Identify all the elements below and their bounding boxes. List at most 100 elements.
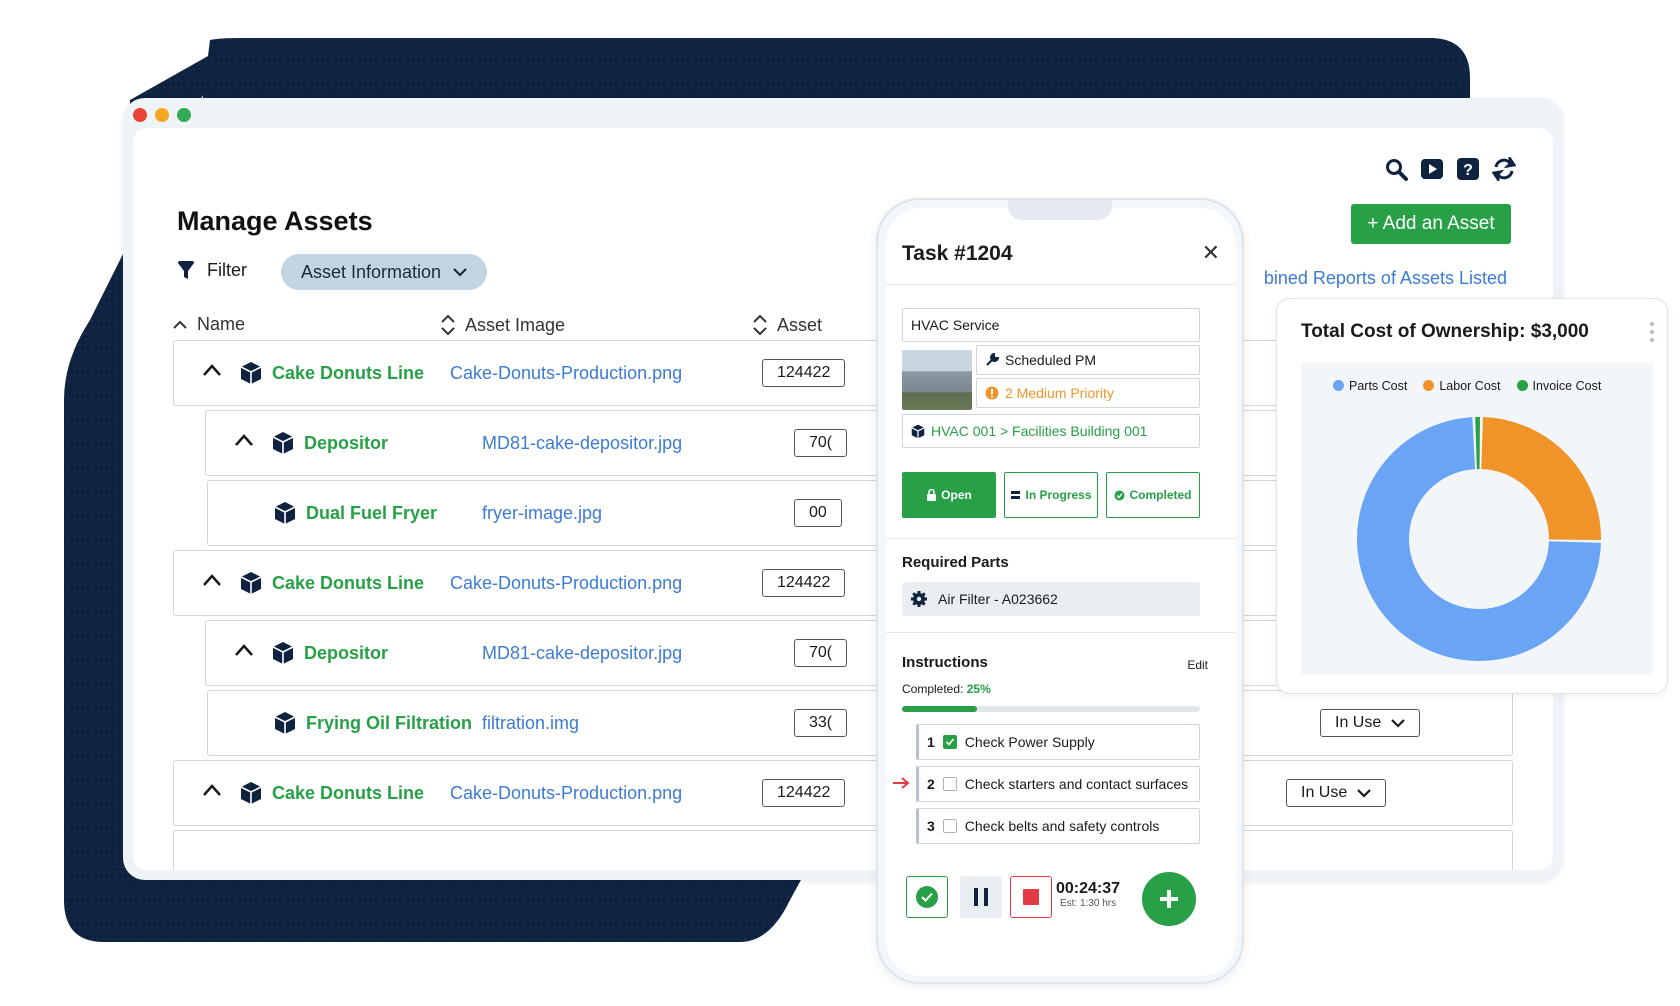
more-options-icon[interactable] [1649,321,1655,348]
priority-field[interactable]: 2 Medium Priority [976,378,1200,408]
column-header-asset[interactable]: Asset [753,314,822,336]
service-field[interactable]: HVAC Service [902,308,1200,342]
video-icon[interactable] [1419,156,1445,182]
close-dot[interactable] [133,108,147,122]
asset-image-link[interactable]: Cake-Donuts-Production.png [450,573,682,594]
wrench-icon [986,353,999,366]
step-label: Check Power Supply [964,734,1095,750]
asset-name[interactable]: Frying Oil Filtration [306,713,472,734]
completion-text: Completed: 25% [902,682,991,696]
column-header-name[interactable]: Name [173,314,245,335]
stop-icon [1023,889,1039,905]
step-number: 2 [927,776,935,792]
pause-button[interactable] [960,876,1002,918]
status-open-button[interactable]: Open [902,472,996,518]
step-checkbox[interactable] [942,819,957,833]
status-completed-button[interactable]: Completed [1106,472,1200,518]
table-row[interactable] [173,830,1513,870]
timer-estimate: Est: 1:30 hrs [1059,898,1117,909]
legend-label: Parts Cost [1349,379,1408,393]
asset-id: 124422 [762,569,846,597]
asset-name[interactable]: Dual Fuel Fryer [306,503,437,524]
donut-slice-labor-cost[interactable] [1481,417,1601,540]
asset-name[interactable]: Depositor [304,433,388,454]
step-checkbox[interactable] [942,777,957,791]
stage: Manage Assets ? + Add an Asset bined Rep… [0,0,1680,1006]
edit-link[interactable]: Edit [1187,658,1208,672]
collapse-icon[interactable] [234,643,254,657]
asset-image-link[interactable]: MD81-cake-depositor.jpg [482,433,682,454]
table-row[interactable]: Frying Oil Filtration filtration.img 33(… [207,690,1513,756]
search-icon[interactable] [1383,156,1409,182]
legend-item: Labor Cost [1423,379,1501,393]
instruction-step[interactable]: 2 Check starters and contact surfaces [916,766,1200,802]
check-circle-icon [1114,490,1125,500]
priority-value: 2 Medium Priority [1005,385,1114,401]
task-timer: 00:24:37 Est: 1:30 hrs [1056,880,1120,909]
step-number: 1 [927,734,935,750]
lock-icon [927,489,937,501]
donut-chart [1357,417,1601,661]
donut-slice-invoice-cost[interactable] [1475,417,1480,470]
asset-image-link[interactable]: MD81-cake-depositor.jpg [482,643,682,664]
column-label: Name [197,314,246,334]
status-dropdown[interactable]: In Use [1286,779,1387,807]
task-type-field[interactable]: Scheduled PM [976,345,1200,375]
collapse-icon[interactable] [234,433,254,447]
step-label: Check belts and safety controls [964,818,1160,834]
add-button[interactable] [1142,872,1196,926]
table-row[interactable]: Cake Donuts Line Cake-Donuts-Production.… [173,760,1513,826]
part-item[interactable]: Air Filter - A023662 [902,582,1200,616]
toolbar-icons: ? [1383,156,1517,182]
add-asset-button[interactable]: + Add an Asset [1351,204,1511,244]
asset-cube-icon [274,712,296,734]
completion-value: 25% [966,682,991,696]
column-label: Asset Image [465,314,566,335]
instruction-step[interactable]: 1 Check Power Supply [916,724,1200,760]
asset-image-link[interactable]: filtration.img [482,713,579,734]
asset-id: 70( [794,429,848,457]
collapse-icon[interactable] [202,363,222,377]
asset-name[interactable]: Cake Donuts Line [272,783,424,804]
status-in-progress-button[interactable]: In Progress [1004,472,1098,518]
total-cost-card: Total Cost of Ownership: $3,000 Parts Co… [1276,298,1668,694]
combined-reports-link[interactable]: bined Reports of Assets Listed [1264,268,1507,289]
collapse-icon[interactable] [202,573,222,587]
location-field[interactable]: HVAC 001 > Facilities Building 001 [902,414,1200,448]
close-icon[interactable]: ✕ [1202,240,1220,266]
sort-icon [753,314,767,336]
step-checkbox-checked[interactable] [942,735,957,749]
legend-label: Labor Cost [1439,379,1501,393]
location-value: HVAC 001 > Facilities Building 001 [931,423,1148,439]
asset-id: 00 [794,499,842,527]
asset-cube-icon [274,502,296,524]
chevron-down-icon [1391,719,1406,728]
sync-icon[interactable] [1491,156,1517,182]
asset-image-link[interactable]: Cake-Donuts-Production.png [450,363,682,384]
filter-icon [178,260,194,279]
task-panel: Task #1204 ✕ HVAC Service Scheduled PM 2… [886,208,1236,976]
task-phone: Task #1204 ✕ HVAC Service Scheduled PM 2… [876,198,1244,984]
arrow-right-icon [892,776,910,795]
chevron-down-icon [1357,789,1372,798]
asset-image-link[interactable]: Cake-Donuts-Production.png [450,783,682,804]
help-icon[interactable]: ? [1455,156,1481,182]
asset-name[interactable]: Cake Donuts Line [272,363,424,384]
stop-button[interactable] [1010,876,1052,918]
task-title: Task #1204 [902,242,1013,265]
asset-name[interactable]: Depositor [304,643,388,664]
filter-control[interactable]: Filter [177,260,247,281]
task-type-value: Scheduled PM [1005,352,1097,368]
asset-name[interactable]: Cake Donuts Line [272,573,424,594]
asset-image-link[interactable]: fryer-image.jpg [482,503,602,524]
asset-information-dropdown[interactable]: Asset Information [281,254,488,290]
check-circle-icon [916,886,938,908]
column-header-asset-image[interactable]: Asset Image [441,314,565,336]
instruction-step[interactable]: 3 Check belts and safety controls [916,808,1200,844]
maximize-dot[interactable] [177,108,191,122]
complete-button[interactable] [906,876,948,918]
minimize-dot[interactable] [155,108,169,122]
status-dropdown[interactable]: In Use [1320,709,1421,737]
collapse-icon[interactable] [202,783,222,797]
dropdown-label: Asset Information [301,261,442,282]
